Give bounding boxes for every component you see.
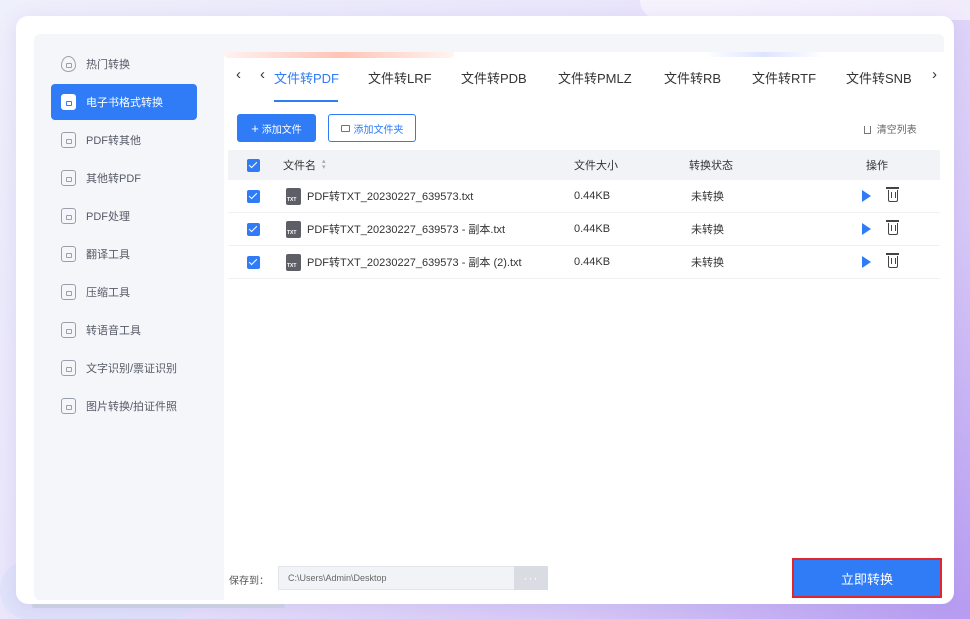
status-text: 未转换 — [691, 191, 724, 203]
file-size: 0.44KB — [574, 256, 611, 268]
sidebar: 热门转换 电子书格式转换 PDF转其他 其他转PDF PDF处理 翻译工具 压缩… — [34, 36, 220, 600]
txt-file-icon: TXT — [286, 253, 301, 271]
convert-now-button[interactable]: 立即转换 — [792, 558, 942, 598]
save-path-field[interactable]: C:\Users\Admin\Desktop — [278, 566, 514, 590]
txt-file-icon: TXT — [286, 220, 301, 238]
file-name-cell: TXT PDF转TXT_20230227_639573 - 副本 (2).txt — [286, 246, 522, 278]
sidebar-item-label: 其他转PDF — [86, 173, 141, 185]
browse-folder-button[interactable]: ··· — [514, 566, 548, 590]
header-status: 转换状态 — [689, 160, 733, 172]
row-checkbox[interactable] — [247, 246, 260, 278]
tab-accent-decoration — [704, 52, 824, 57]
sidebar-item-other-to-pdf[interactable]: 其他转PDF — [51, 160, 197, 196]
sidebar-item-compress[interactable]: 压缩工具 — [51, 274, 197, 310]
add-file-button[interactable]: + 添加文件 — [237, 114, 316, 142]
sidebar-item-label: 压缩工具 — [86, 287, 130, 299]
audio-icon — [61, 322, 76, 338]
ebook-icon — [61, 94, 76, 110]
table-row: TXT PDF转TXT_20230227_639573 - 副本.txt 0.4… — [228, 213, 940, 246]
main-panel: ‹ ‹ 文件转PDF 文件转LRF 文件转PDB 文件转PMLZ 文件转RB 文… — [224, 52, 944, 600]
add-file-label: 添加文件 — [261, 124, 302, 136]
save-to-label: 保存到： — [229, 576, 269, 587]
select-all-checkbox[interactable] — [247, 150, 260, 180]
sidebar-item-ebook[interactable]: 电子书格式转换 — [51, 84, 197, 120]
table-header: 文件名 ▴ ▾ 文件大小 转换状态 操作 — [228, 150, 940, 180]
status-text: 未转换 — [691, 257, 724, 269]
file-name: PDF转TXT_20230227_639573 - 副本 (2).txt — [307, 257, 522, 269]
sidebar-item-image[interactable]: 图片转换/拍证件照 — [51, 388, 197, 424]
play-icon[interactable] — [862, 256, 871, 268]
sidebar-item-audio[interactable]: 转语音工具 — [51, 312, 197, 348]
tab-prev-arrow[interactable]: ‹ — [260, 66, 265, 83]
sidebar-item-label: 电子书格式转换 — [86, 97, 163, 109]
active-tab-underline — [274, 100, 338, 102]
tab-file-to-lrf[interactable]: 文件转LRF — [368, 68, 432, 87]
ocr-icon — [61, 360, 76, 376]
folder-icon — [340, 124, 350, 132]
pdf-export-icon — [61, 132, 76, 148]
plus-icon: + — [251, 120, 259, 136]
header-action: 操作 — [866, 160, 888, 172]
app-window: 热门转换 电子书格式转换 PDF转其他 其他转PDF PDF处理 翻译工具 压缩… — [16, 16, 954, 604]
header-file-name[interactable]: 文件名 ▴ ▾ — [283, 150, 326, 180]
translate-icon — [61, 246, 76, 262]
sidebar-item-label: 转语音工具 — [86, 325, 141, 337]
status-text: 未转换 — [691, 224, 724, 236]
play-icon[interactable] — [862, 223, 871, 235]
table-row: TXT PDF转TXT_20230227_639573 - 副本 (2).txt… — [228, 246, 940, 279]
tab-scroll-left-arrow[interactable]: ‹ — [236, 66, 241, 83]
trash-small-icon — [864, 126, 871, 134]
add-folder-button[interactable]: 添加文件夹 — [328, 114, 416, 142]
tab-file-to-snb[interactable]: 文件转SNB — [846, 68, 912, 87]
file-name: PDF转TXT_20230227_639573 - 副本.txt — [307, 224, 506, 236]
tab-next-arrow[interactable]: › — [932, 66, 937, 83]
sidebar-item-pdf-to-other[interactable]: PDF转其他 — [51, 122, 197, 158]
format-tab-bar: ‹ ‹ 文件转PDF 文件转LRF 文件转PDB 文件转PMLZ 文件转RB 文… — [224, 52, 944, 102]
sidebar-item-label: 热门转换 — [86, 59, 130, 71]
tab-file-to-rtf[interactable]: 文件转RTF — [752, 68, 816, 87]
table-row: TXT PDF转TXT_20230227_639573.txt 0.44KB 未… — [228, 180, 940, 213]
row-actions — [862, 180, 899, 212]
add-folder-label: 添加文件夹 — [353, 124, 404, 136]
sort-icon[interactable]: ▴ ▾ — [322, 158, 326, 171]
row-actions — [862, 246, 899, 278]
tab-file-to-pdb[interactable]: 文件转PDB — [461, 68, 527, 87]
sidebar-item-label: 图片转换/拍证件照 — [86, 401, 178, 413]
file-name: PDF转TXT_20230227_639573.txt — [307, 191, 474, 203]
sidebar-item-label: PDF处理 — [86, 211, 130, 223]
tab-file-to-pdf[interactable]: 文件转PDF — [274, 68, 339, 87]
play-icon[interactable] — [862, 190, 871, 202]
row-actions — [862, 213, 899, 245]
sidebar-item-label: 翻译工具 — [86, 249, 130, 261]
clear-list-label: 清空列表 — [876, 125, 917, 136]
file-name-cell: TXT PDF转TXT_20230227_639573 - 副本.txt — [286, 213, 505, 245]
image-icon — [61, 398, 76, 414]
sidebar-item-ocr[interactable]: 文字识别/票证识别 — [51, 350, 197, 386]
trash-icon[interactable] — [886, 220, 899, 235]
file-size: 0.44KB — [574, 190, 611, 202]
sidebar-item-label: PDF转其他 — [86, 135, 141, 147]
trash-icon[interactable] — [886, 187, 899, 202]
row-checkbox[interactable] — [247, 180, 260, 212]
txt-file-icon: TXT — [286, 187, 301, 205]
tab-accent-decoration — [224, 52, 454, 58]
tab-file-to-pmlz[interactable]: 文件转PMLZ — [558, 68, 632, 87]
pdf-edit-icon — [61, 208, 76, 224]
sidebar-item-pdf-process[interactable]: PDF处理 — [51, 198, 197, 234]
row-checkbox[interactable] — [247, 213, 260, 245]
tab-file-to-rb[interactable]: 文件转RB — [664, 68, 721, 87]
clear-list-button[interactable]: 清空列表 — [864, 121, 917, 136]
trash-icon[interactable] — [886, 253, 899, 268]
compress-icon — [61, 284, 76, 300]
sidebar-item-hot[interactable]: 热门转换 — [51, 46, 197, 82]
pdf-import-icon — [61, 170, 76, 186]
header-file-size: 文件大小 — [574, 160, 618, 172]
sidebar-item-label: 文字识别/票证识别 — [86, 363, 178, 375]
file-name-cell: TXT PDF转TXT_20230227_639573.txt — [286, 180, 473, 212]
horizontal-scrollbar[interactable] — [32, 604, 285, 608]
fire-icon — [61, 56, 76, 72]
sidebar-item-translate[interactable]: 翻译工具 — [51, 236, 197, 272]
file-size: 0.44KB — [574, 223, 611, 235]
